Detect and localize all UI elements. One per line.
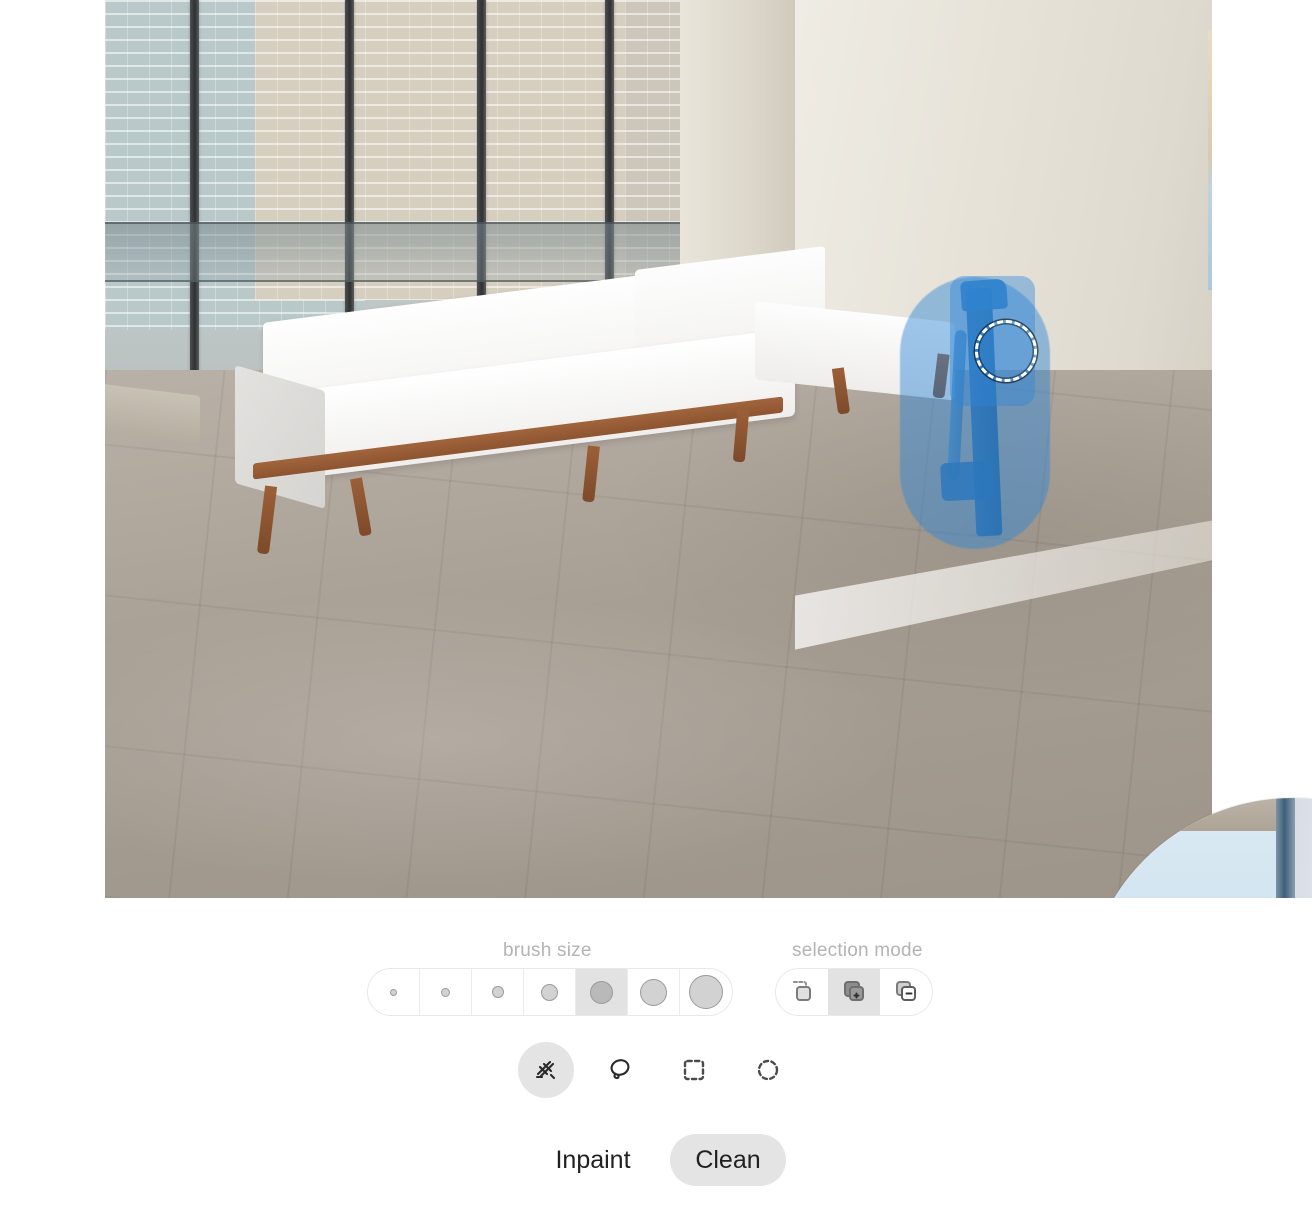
brush-size-option-2[interactable] (420, 969, 472, 1015)
brush-dot-icon (390, 988, 397, 996)
brush-dot-icon (640, 978, 667, 1006)
brush-size-option-4[interactable] (524, 969, 576, 1015)
selection-mask-overlay-top[interactable] (950, 276, 1035, 406)
rect-marquee-icon (683, 1059, 705, 1081)
brush-size-option-5[interactable] (576, 969, 628, 1015)
scribble-icon (535, 1060, 556, 1080)
copy-plus-icon (844, 981, 864, 1001)
tool-row (0, 1042, 1312, 1102)
sofa-leg (582, 445, 600, 503)
selection-mode-label: selection mode (792, 940, 923, 961)
action-row: Inpaint Clean (0, 1134, 1312, 1190)
control-panel: brush size selection mode Inpaint Clean (0, 898, 1312, 1212)
sofa-armrest (235, 365, 325, 509)
lasso-icon (610, 1059, 630, 1080)
tool-ellipse-marquee[interactable] (740, 1042, 796, 1098)
app-root: brush size selection mode Inpaint Clean (0, 0, 1312, 1212)
selection-mode-subtract[interactable] (880, 969, 932, 1015)
sofa-leg (256, 485, 278, 555)
control-labels: brush size selection mode (0, 940, 1312, 962)
ellipse-marquee-icon (757, 1059, 779, 1081)
sectional-sofa (235, 245, 955, 590)
brush-dot-icon (441, 987, 450, 997)
brush-size-option-3[interactable] (472, 969, 524, 1015)
brush-dot-icon (590, 980, 613, 1004)
brush-dot-icon (541, 983, 558, 1001)
brush-size-selector[interactable] (367, 968, 733, 1016)
copy-replace-icon (793, 981, 811, 1001)
copy-minus-icon (896, 981, 916, 1001)
window-mullion (190, 0, 199, 400)
photo-canvas[interactable] (105, 0, 1212, 898)
tool-scribble[interactable] (518, 1042, 574, 1098)
skyline-water-view (1208, 30, 1212, 290)
brush-size-option-6[interactable] (628, 969, 680, 1015)
selection-mode-add[interactable] (828, 969, 880, 1015)
brush-size-option-1[interactable] (368, 969, 420, 1015)
loupe-floor-edge (1083, 798, 1277, 831)
selection-mode-replace[interactable] (776, 969, 828, 1015)
clean-button[interactable]: Clean (670, 1134, 786, 1186)
tool-rect-marquee[interactable] (666, 1042, 722, 1098)
photo-image (105, 0, 1212, 898)
inpaint-button[interactable]: Inpaint (552, 1134, 634, 1186)
tool-lasso[interactable] (592, 1042, 648, 1098)
brush-dot-icon (689, 975, 723, 1009)
sofa-leg (350, 477, 372, 537)
selection-mode-selector[interactable] (775, 968, 933, 1016)
brush-size-label: brush size (503, 940, 592, 961)
brush-dot-icon (491, 986, 504, 998)
brush-size-option-7[interactable] (680, 969, 732, 1015)
